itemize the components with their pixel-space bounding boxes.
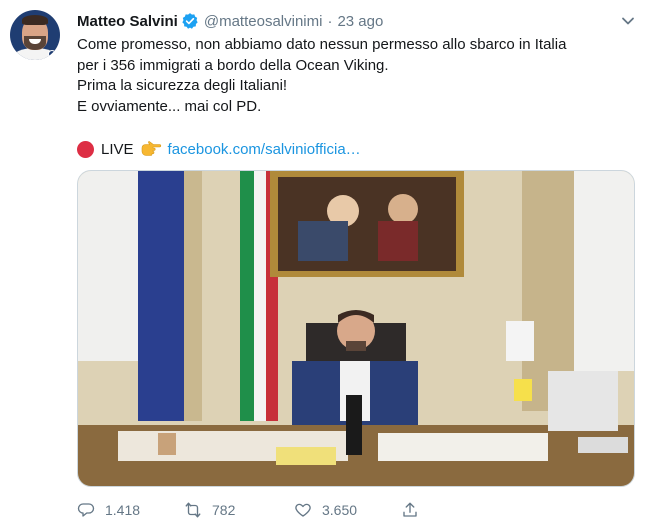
avatar[interactable] <box>10 10 60 60</box>
tweet-actions: 1.418 782 3.650 <box>77 500 637 520</box>
tweet-line: E ovviamente... mai col PD. <box>77 97 262 115</box>
author-name[interactable]: Matteo Salvini <box>77 13 178 30</box>
verified-icon <box>181 12 199 30</box>
avatar-badge <box>48 50 56 58</box>
retweet-count: 782 <box>212 502 236 518</box>
like-count: 3.650 <box>322 502 358 518</box>
reply-icon <box>77 503 95 517</box>
share-icon <box>403 502 417 517</box>
tweet-date[interactable]: 23 ago <box>337 13 383 30</box>
reply-count: 1.418 <box>105 502 141 518</box>
header-separator: · <box>327 12 333 30</box>
facebook-link[interactable]: facebook.com/salviniofficia… <box>168 141 361 158</box>
tweet[interactable]: Matteo Salvini @matteosalvinimi · 23 ago… <box>0 0 647 522</box>
share-button[interactable] <box>401 500 429 520</box>
pointing-hand-icon <box>140 141 162 157</box>
retweet-icon <box>185 502 201 518</box>
heart-icon <box>295 503 311 517</box>
tweet-line: per i 356 immigrati a bordo della Ocean … <box>77 56 389 74</box>
red-circle-icon <box>77 140 94 158</box>
tweet-text: Come promesso, non abbiamo dato nessun p… <box>77 35 637 117</box>
author-handle[interactable]: @matteosalvinimi <box>204 13 323 30</box>
chevron-down-icon[interactable] <box>619 12 637 30</box>
reply-button[interactable]: 1.418 <box>77 500 140 520</box>
tweet-line: Come promesso, non abbiamo dato nessun p… <box>77 36 567 53</box>
like-button[interactable]: 3.650 <box>294 500 357 520</box>
retweet-button[interactable]: 782 <box>184 500 235 520</box>
tweet-image[interactable] <box>77 170 635 487</box>
live-label: LIVE <box>101 140 134 158</box>
tweet-line: Prima la sicurezza degli Italiani! <box>77 77 288 94</box>
tweet-header: Matteo Salvini @matteosalvinimi · 23 ago <box>77 11 383 31</box>
avatar-hair <box>22 15 48 25</box>
live-line: LIVE facebook.com/salviniofficia… <box>77 138 361 160</box>
